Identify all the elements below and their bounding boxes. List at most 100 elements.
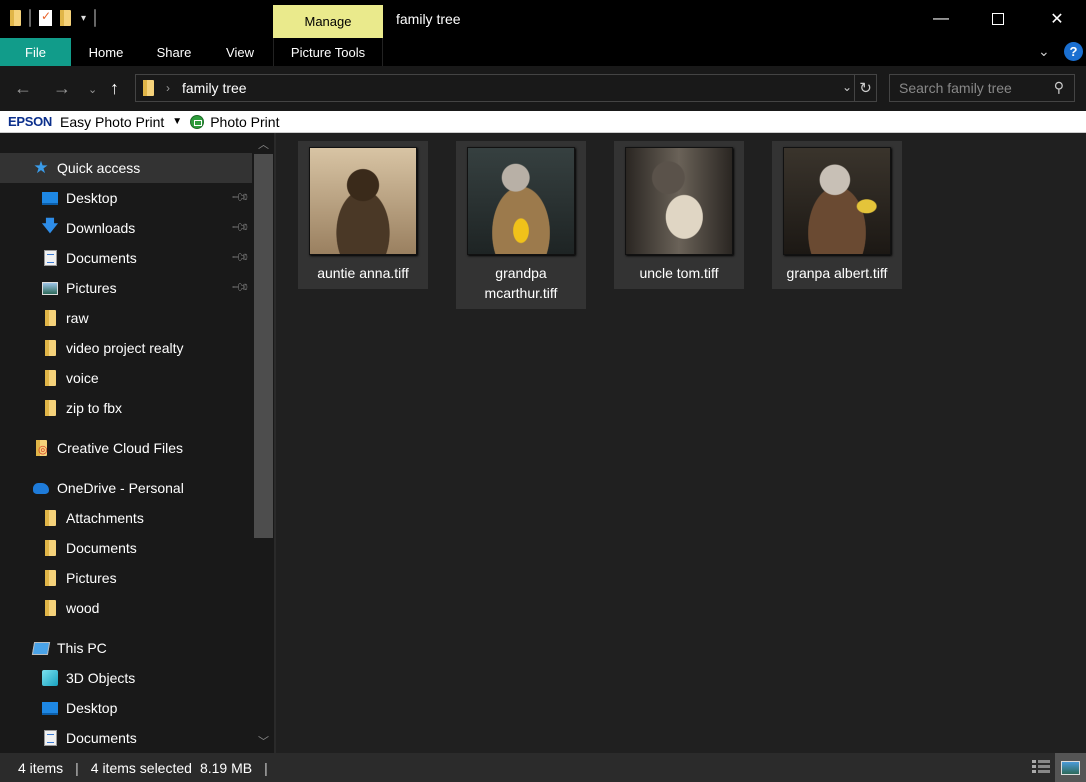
minimize-button[interactable]: — (912, 0, 970, 38)
search-input[interactable] (890, 80, 1040, 96)
address-history-dropdown-icon[interactable]: ⌄ (842, 80, 852, 94)
refresh-button[interactable]: ↻ (854, 75, 876, 101)
forward-button[interactable]: → (53, 78, 71, 99)
file-item[interactable]: grandpa mcarthur.tiff (456, 141, 586, 309)
pictures-icon (42, 281, 58, 295)
address-bar[interactable]: › family tree ⌄ ↻ (135, 74, 877, 102)
sidebar-item-attachments[interactable]: Attachments (0, 503, 252, 533)
sidebar-item-wood[interactable]: wood (0, 593, 252, 623)
folder-icon (143, 80, 154, 96)
large-icons-view-button[interactable] (1055, 753, 1086, 782)
easy-photo-print-dropdown-icon[interactable]: ▼ (172, 116, 182, 127)
sidebar-item-raw[interactable]: raw (0, 303, 252, 333)
sidebar-item-documents[interactable]: Documents 📌︎ (0, 243, 252, 273)
sidebar-item-label: Documents (66, 540, 137, 556)
3d-objects-icon (42, 670, 58, 686)
folder-icon[interactable] (10, 10, 21, 26)
file-name: uncle tom.tiff (639, 265, 719, 281)
sidebar-item-label: voice (66, 370, 99, 386)
document-icon (43, 730, 57, 746)
image-thumbnail (467, 147, 575, 255)
search-box: ⚲ (889, 74, 1075, 102)
sidebar-item-label: wood (66, 600, 100, 616)
sidebar-item-downloads[interactable]: 🡇 Downloads 📌︎ (0, 213, 252, 243)
folder-icon (44, 340, 56, 356)
sidebar-item-label: Documents (66, 250, 137, 266)
sidebar-item-zip-to-fbx[interactable]: zip to fbx (0, 393, 252, 423)
tab-picture-tools[interactable]: Picture Tools (273, 38, 383, 66)
close-button[interactable]: ✕ (1028, 0, 1086, 38)
toolbar-separator (94, 9, 97, 27)
breadcrumb-chevron-icon[interactable]: › (166, 81, 170, 95)
manage-context-tab[interactable]: Manage (273, 5, 383, 38)
pin-icon[interactable]: 📌︎ (230, 247, 251, 268)
selection-count: 4 items selected (90, 759, 192, 776)
close-icon: ✕ (1050, 11, 1064, 28)
item-count: 4 items (18, 759, 64, 776)
sidebar-item-label: 3D Objects (66, 670, 136, 686)
tab-share[interactable]: Share (141, 38, 207, 66)
breadcrumb-item[interactable]: family tree (182, 80, 247, 96)
file-item[interactable]: granpa albert.tiff (772, 141, 902, 289)
details-view-button[interactable] (1032, 759, 1050, 775)
folder-icon (44, 370, 56, 386)
details-view-icon (1032, 760, 1050, 763)
customize-dropdown-icon[interactable]: ▾ (81, 13, 86, 24)
sidebar-item-label: Pictures (66, 280, 117, 296)
status-separator: | (75, 759, 79, 776)
scrollbar-thumb[interactable] (254, 154, 273, 538)
sidebar-scrollbar[interactable]: ︿ ﹀ (254, 133, 274, 753)
sidebar-item-onedrive-documents[interactable]: Documents (0, 533, 252, 563)
expand-ribbon-icon[interactable]: ⌄ (1038, 43, 1050, 60)
sidebar-item-label: zip to fbx (66, 400, 123, 416)
ribbon-tabs: File Home Share View Picture Tools ⌄ ? (0, 38, 1086, 66)
easy-photo-print-button[interactable]: Easy Photo Print (60, 114, 164, 130)
sidebar-item-onedrive[interactable]: OneDrive - Personal (0, 473, 252, 503)
recent-locations-dropdown[interactable]: ⌄ (88, 83, 97, 96)
sidebar-item-quick-access[interactable]: ★ Quick access (0, 153, 252, 183)
sidebar-item-label: video project realty (66, 340, 184, 356)
file-item[interactable]: uncle tom.tiff (614, 141, 744, 289)
creative-cloud-icon (35, 440, 47, 456)
new-folder-icon[interactable] (60, 10, 71, 26)
sidebar-item-video-project-realty[interactable]: video project realty (0, 333, 252, 363)
properties-icon[interactable] (39, 9, 52, 26)
sidebar-item-pc-desktop[interactable]: Desktop (0, 693, 252, 723)
sidebar-item-label: Attachments (66, 510, 144, 526)
maximize-button[interactable] (969, 0, 1027, 38)
sidebar-item-pictures[interactable]: Pictures 📌︎ (0, 273, 252, 303)
help-icon[interactable]: ? (1064, 42, 1083, 61)
back-button[interactable]: ← (14, 78, 32, 99)
desktop-icon (42, 191, 58, 205)
sidebar-item-3d-objects[interactable]: 3D Objects (0, 663, 252, 693)
folder-icon (44, 570, 56, 586)
pin-icon[interactable]: 📌︎ (230, 217, 251, 238)
folder-icon (44, 310, 56, 326)
sidebar-item-creative-cloud-files[interactable]: Creative Cloud Files (0, 433, 252, 463)
maximize-icon (992, 13, 1004, 25)
sidebar-item-pc-documents[interactable]: Documents (0, 723, 252, 753)
search-icon[interactable]: ⚲ (1054, 79, 1064, 96)
sidebar-item-label: Desktop (66, 700, 118, 716)
tab-file[interactable]: File (0, 38, 71, 66)
sidebar-item-label: Pictures (66, 570, 117, 586)
sidebar-item-desktop[interactable]: Desktop 📌︎ (0, 183, 252, 213)
scroll-up-icon[interactable]: ︿ (258, 136, 269, 152)
tab-home[interactable]: Home (71, 38, 141, 66)
file-list[interactable]: auntie anna.tiff grandpa mcarthur.tiff u… (276, 133, 1086, 753)
sidebar-item-this-pc[interactable]: This PC (0, 633, 252, 663)
pin-icon[interactable]: 📌︎ (230, 277, 251, 298)
toolbar-separator (29, 9, 31, 27)
tab-view[interactable]: View (207, 38, 273, 66)
sidebar-item-voice[interactable]: voice (0, 363, 252, 393)
pin-icon[interactable]: 📌︎ (230, 187, 251, 208)
epson-logo: EPSON (8, 114, 53, 129)
sidebar-item-onedrive-pictures[interactable]: Pictures (0, 563, 252, 593)
window-title: family tree (396, 11, 461, 27)
quick-access-toolbar: ▾ (10, 9, 97, 27)
scroll-down-icon[interactable]: ﹀ (258, 733, 269, 749)
document-icon (43, 250, 57, 266)
file-item[interactable]: auntie anna.tiff (298, 141, 428, 289)
photo-print-button[interactable]: Photo Print (210, 114, 279, 130)
up-button[interactable]: ↑ (110, 78, 119, 99)
